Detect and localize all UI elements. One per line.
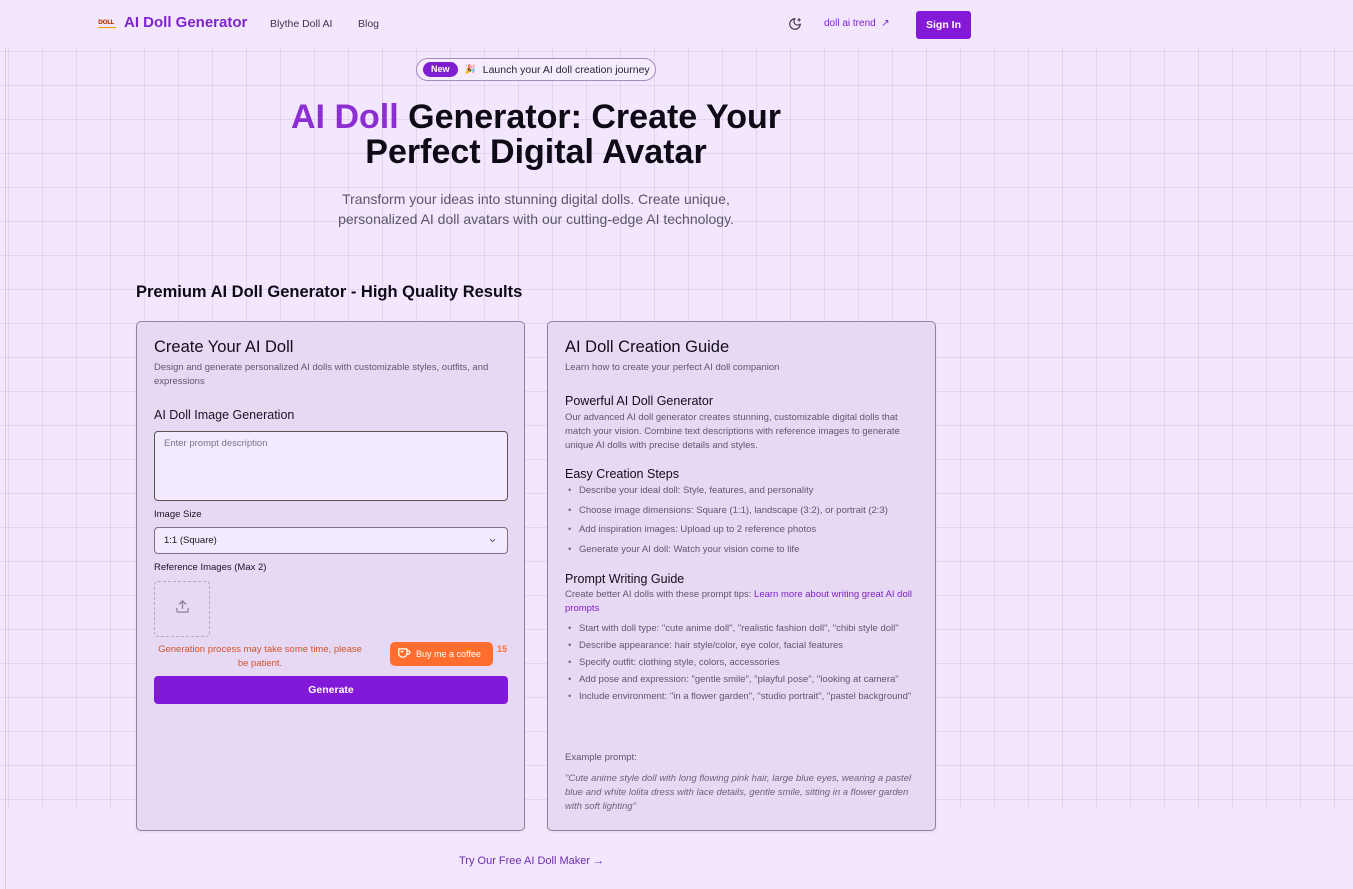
upload-icon [175,599,190,619]
generate-button[interactable]: Generate [154,676,508,704]
reference-images-label: Reference Images (Max 2) [154,562,267,573]
image-size-value: 1:1 (Square) [164,535,217,546]
trend-link-label: doll ai trend [824,18,876,29]
coffee-count: 15 [497,644,508,654]
doll-ai-trend-link[interactable]: doll ai trend ↗ [824,18,890,29]
section-title: Premium AI Doll Generator - High Quality… [136,283,523,301]
title-rest: Generator: Create Your Perfect Digital A… [365,98,781,171]
creation-steps-list: Describe your ideal doll: Style, feature… [565,484,925,562]
guide-card-description: Learn how to create your perfect AI doll… [565,362,780,373]
brand-name: AI Doll Generator [124,14,248,31]
nav-link-blythe-doll-ai[interactable]: Blythe Doll AI [270,18,332,30]
creation-guide-card: AI Doll Creation Guide Learn how to crea… [547,321,936,831]
free-doll-maker-link[interactable]: Try Our Free AI Doll Maker → [459,855,604,867]
example-prompt-text: "Cute anime style doll with long flowing… [565,773,912,812]
image-size-select[interactable]: 1:1 (Square) [154,527,508,554]
prompt-guide-heading: Prompt Writing Guide [565,572,685,586]
sparkle-icon: 🎉 [464,64,476,74]
buy-me-coffee-button[interactable]: Buy me a coffee [390,642,493,666]
prompt-tips-list: Start with doll type: "cute anime doll",… [565,622,925,707]
new-badge: New [423,62,458,77]
list-item: Choose image dimensions: Square (1:1), l… [565,504,925,518]
moon-icon[interactable] [787,16,803,32]
list-item: Include environment: "in a flower garden… [565,690,925,704]
example-prompt-label: Example prompt: [565,752,637,763]
powerful-generator-text: Our advanced AI doll generator creates s… [565,412,900,451]
hero-subtitle: Transform your ideas into stunning digit… [338,191,734,227]
prompt-input[interactable] [154,431,508,501]
sign-in-button[interactable]: Sign In [916,11,971,39]
create-card-title: Create Your AI Doll [154,338,294,356]
list-item: Add inspiration images: Upload up to 2 r… [565,523,925,537]
prompt-intro-text: Create better AI dolls with these prompt… [565,589,755,600]
image-size-label: Image Size [154,509,202,520]
page-title: AI Doll Generator: Create Your Perfect D… [286,100,786,170]
list-item: Generate your AI doll: Watch your vision… [565,543,925,557]
generation-notice: Generation process may take some time, p… [158,644,362,669]
list-item: Add pose and expression: "gentle smile",… [565,673,925,687]
generation-label: AI Doll Image Generation [154,408,295,422]
reference-image-upload[interactable] [154,581,210,637]
brand-logo-icon: DOLL [98,18,116,28]
powerful-generator-heading: Powerful AI Doll Generator [565,394,713,408]
nav-link-blog[interactable]: Blog [358,18,379,30]
create-card-description: Design and generate personalized AI doll… [154,362,489,387]
site-header: DOLL AI Doll Generator Blythe Doll AI Bl… [0,0,1353,48]
coffee-button-label: Buy me a coffee [416,649,481,659]
brand[interactable]: DOLL AI Doll Generator [98,14,247,31]
announcement-text: Launch your AI doll creation journey [482,63,650,76]
guide-card-title: AI Doll Creation Guide [565,338,730,356]
announcement-pill[interactable]: New 🎉 Launch your AI doll creation journ… [416,58,656,81]
list-item: Start with doll type: "cute anime doll",… [565,622,925,636]
title-accent: AI Doll [291,98,399,136]
creation-steps-heading: Easy Creation Steps [565,467,679,481]
page-edge-line [5,0,6,889]
chevron-down-icon [488,536,497,548]
prompt-guide-intro: Create better AI dolls with these prompt… [565,588,925,616]
create-doll-card: Create Your AI Doll Design and generate … [136,321,525,831]
coffee-cup-icon [397,647,411,661]
list-item: Describe appearance: hair style/color, e… [565,639,925,653]
list-item: Describe your ideal doll: Style, feature… [565,484,925,498]
list-item: Specify outfit: clothing style, colors, … [565,656,925,670]
external-arrow-icon: ↗ [878,18,890,29]
